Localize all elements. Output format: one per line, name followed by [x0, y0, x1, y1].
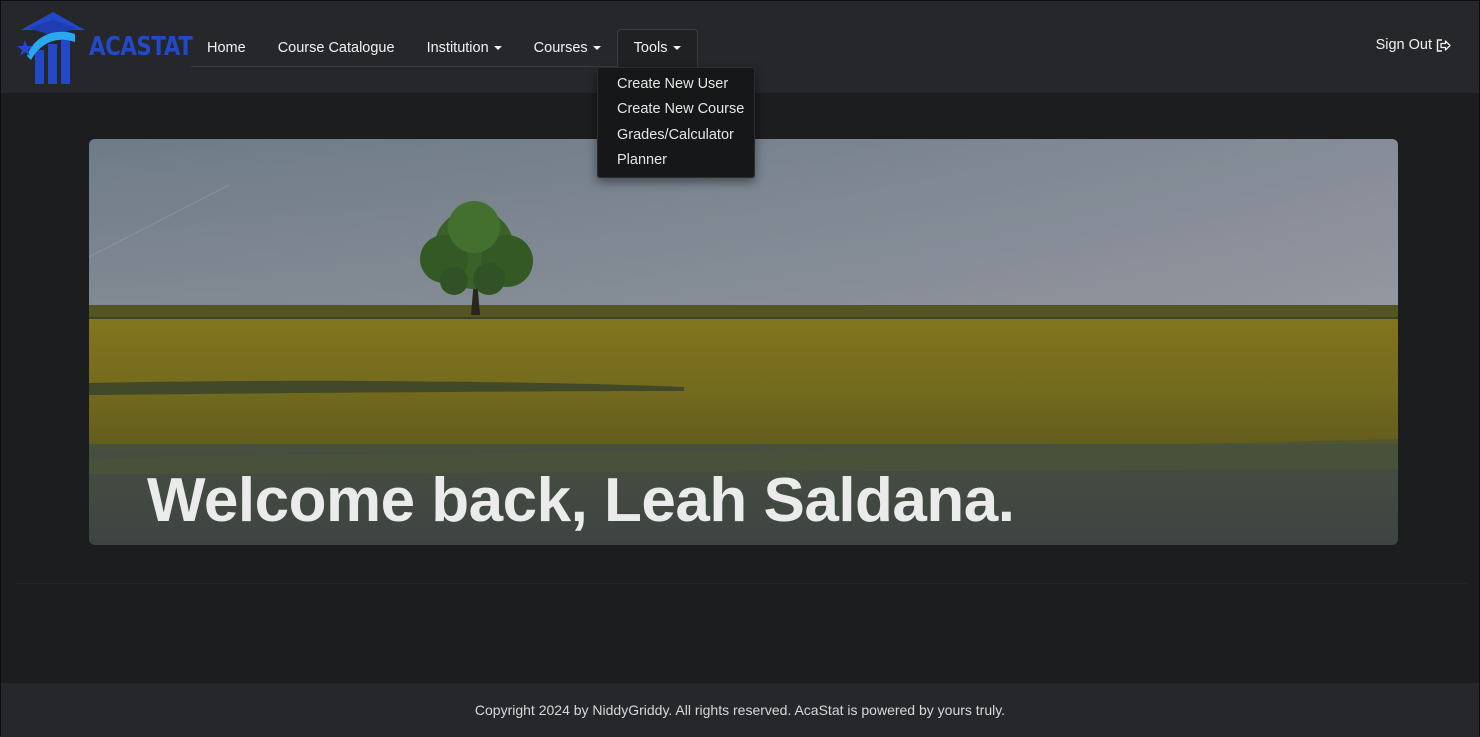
- nav-tools-label: Tools: [633, 40, 668, 56]
- menu-grades-calculator[interactable]: Grades/Calculator: [598, 123, 754, 148]
- caret-down-icon: [493, 45, 502, 50]
- graduation-building-chart-icon: [17, 12, 85, 84]
- menu-planner[interactable]: Planner: [598, 148, 754, 173]
- nav-institution-label: Institution: [426, 39, 489, 56]
- menu-create-new-course[interactable]: Create New Course: [598, 97, 754, 122]
- nav-courses-label: Courses: [533, 39, 588, 56]
- nav-home[interactable]: Home: [191, 29, 262, 67]
- nav-course-catalogue-label: Course Catalogue: [277, 39, 395, 56]
- footer: Copyright 2024 by NiddyGriddy. All right…: [1, 683, 1479, 737]
- nav-tools-dropdown[interactable]: Tools: [616, 28, 698, 68]
- tools-dropdown-menu: Create New User Create New Course Grades…: [597, 67, 755, 178]
- footer-copyright: Copyright 2024 by NiddyGriddy. All right…: [474, 702, 1006, 718]
- brand-logo[interactable]: ACASTAT: [17, 9, 193, 87]
- hero-banner: Welcome back, Leah Saldana.: [89, 139, 1398, 545]
- nav-home-label: Home: [207, 39, 246, 56]
- sign-out-icon: [1436, 38, 1451, 52]
- caret-down-icon: [592, 45, 601, 50]
- content-divider: [15, 583, 1467, 584]
- menu-create-new-user[interactable]: Create New User: [598, 72, 754, 97]
- brand-name: ACASTAT: [89, 32, 193, 62]
- sign-out-label: Sign Out: [1375, 37, 1432, 53]
- welcome-heading: Welcome back, Leah Saldana.: [147, 466, 1015, 535]
- nav-course-catalogue[interactable]: Course Catalogue: [262, 29, 411, 67]
- nav-institution-dropdown[interactable]: Institution: [411, 29, 518, 67]
- nav-courses-dropdown[interactable]: Courses: [518, 29, 617, 67]
- sign-out-link[interactable]: Sign Out: [1376, 37, 1451, 53]
- caret-down-icon: [672, 46, 681, 50]
- page: ACASTAT Home Course Catalogue Institutio…: [0, 0, 1480, 737]
- main-nav: Home Course Catalogue Institution Course…: [191, 28, 698, 68]
